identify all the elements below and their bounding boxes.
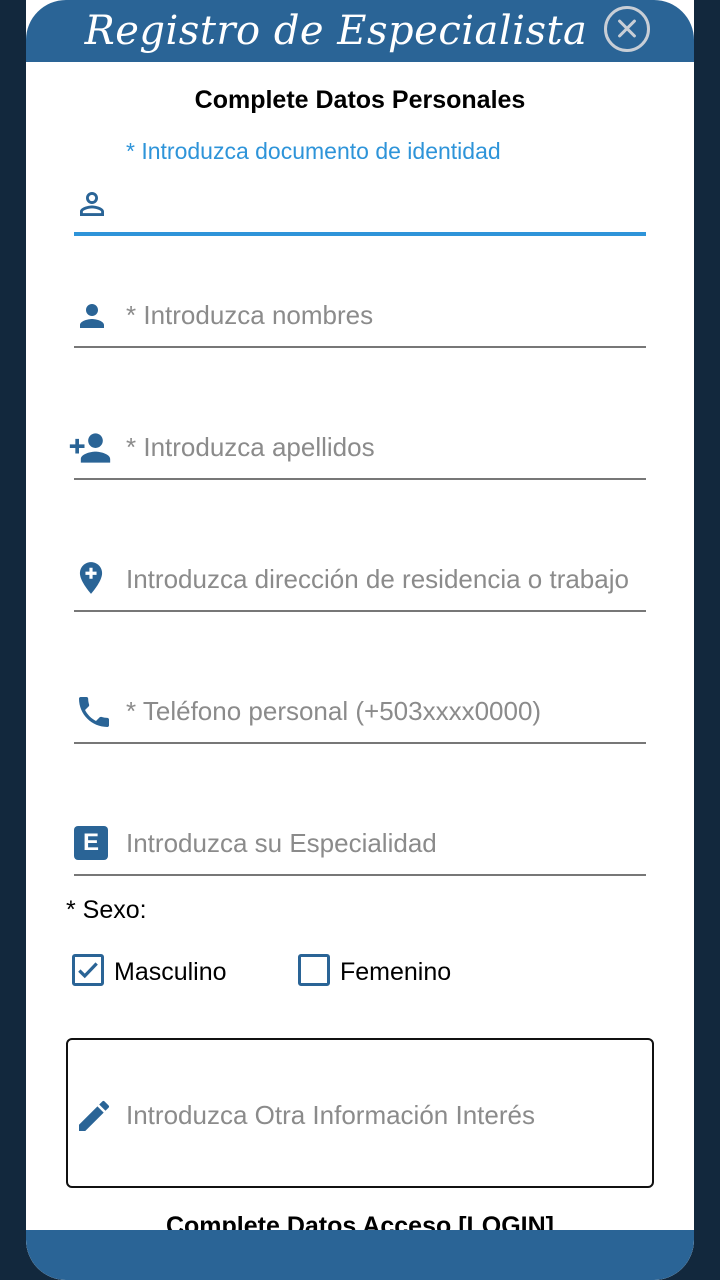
modal-header: Registro de Especialista bbox=[26, 0, 694, 62]
document-field-label: * Introduzca documento de identidad bbox=[126, 138, 501, 164]
phone-icon bbox=[79, 697, 109, 727]
personal-section-title: Complete Datos Personales bbox=[194, 86, 526, 114]
phone-placeholder: * Teléfono personal (+503xxxx0000) bbox=[126, 696, 542, 726]
modal-title: Registro de Especialista bbox=[84, 8, 588, 54]
location-add-icon bbox=[79, 562, 103, 594]
registration-modal: Registro de Especialista Complete Datos … bbox=[26, 0, 694, 1280]
phone-field[interactable]: * Teléfono personal (+503xxxx0000) bbox=[74, 682, 646, 744]
names-placeholder: * Introduzca nombres bbox=[126, 300, 374, 330]
names-field[interactable]: * Introduzca nombres bbox=[74, 286, 646, 348]
option-masculino-label[interactable]: Masculino bbox=[114, 958, 227, 987]
person-icon bbox=[80, 304, 104, 328]
address-placeholder: Introduzca dirección de residencia o tra… bbox=[126, 564, 629, 594]
address-field[interactable]: Introduzca dirección de residencia o tra… bbox=[74, 550, 646, 612]
option-femenino-label[interactable]: Femenino bbox=[340, 958, 451, 987]
modal-footer bbox=[26, 1230, 694, 1280]
surnames-placeholder: * Introduzca apellidos bbox=[126, 432, 375, 462]
other-info-placeholder: Introduzca Otra Información Interés bbox=[126, 1100, 535, 1130]
person-outline-icon bbox=[80, 192, 104, 216]
specialty-placeholder: Introduzca su Especialidad bbox=[126, 828, 437, 858]
letter-e-icon: E bbox=[74, 826, 108, 860]
checkbox-checked-icon bbox=[78, 962, 98, 979]
sex-label: * Sexo: bbox=[66, 896, 147, 924]
checkbox-masculino[interactable] bbox=[72, 954, 104, 986]
checkbox-femenino[interactable] bbox=[298, 954, 330, 986]
pencil-icon bbox=[79, 1100, 110, 1131]
other-info-textarea[interactable]: Introduzca Otra Información Interés bbox=[66, 1038, 654, 1188]
close-icon[interactable] bbox=[604, 6, 650, 52]
person-add-icon bbox=[69, 433, 111, 463]
document-field[interactable] bbox=[74, 172, 646, 236]
surnames-field[interactable]: * Introduzca apellidos bbox=[69, 418, 646, 480]
specialty-field[interactable]: E Introduzca su Especialidad bbox=[74, 814, 646, 876]
